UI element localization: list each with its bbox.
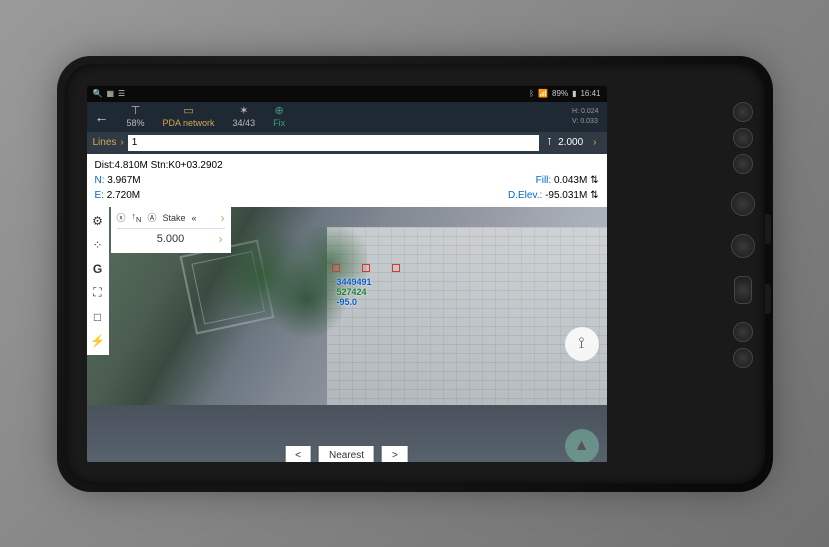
close-icon[interactable]: ⓧ [117,211,126,224]
delev-value: -95.031M [545,190,587,201]
h-value: H: 0.024 [572,107,598,116]
stake-label: Stake [162,213,185,223]
prev-button[interactable]: < [285,446,311,462]
hardware-buttons [731,102,755,368]
hw-button-3[interactable] [733,154,753,174]
chevron-right-icon[interactable]: › [219,232,223,246]
fix-label: Fix [273,118,285,128]
fix-status[interactable]: ⊕ Fix [273,106,285,128]
screen: 🔍 ▦ ☰ ᛒ 📶 89% ▮ 16:41 ← ⊤ 58% ▭ PDA netw… [87,86,607,462]
antenna-icon: ⊤ [131,106,141,117]
coord-x: 3449491 [337,277,372,287]
points-icon[interactable]: ⁘ [90,237,106,253]
signal-label: 58% [127,118,145,128]
network-label: PDA network [163,118,215,128]
wifi-icon: 📶 [538,89,548,98]
app-header: ← ⊤ 58% ▭ PDA network ✶ 34/43 ⊕ Fix H: 0… [87,102,607,132]
v-value: V: 0.033 [572,117,598,126]
e-value: 2.720M [107,190,140,201]
precision-readout: H: 0.024 V: 0.033 [572,107,598,125]
chevron-right-icon[interactable]: › [221,211,225,225]
hw-button-vol-down[interactable] [733,348,753,368]
dist-stn: Dist:4.810M Stn:K0+03.2902 [95,158,599,173]
clipboard-icon: ▭ [183,106,193,117]
point-marker[interactable] [392,264,400,272]
next-button[interactable]: > [382,446,408,462]
map-toolbar: ⚙ ⁘ G ⛶ □ ⚡ [87,207,109,355]
menu-icon: ☰ [118,89,125,98]
n-value: 3.967M [107,175,140,186]
hw-button-scan[interactable] [734,276,752,304]
nav-buttons: < Nearest > [285,446,408,462]
fullscreen-icon[interactable]: □ [90,309,106,325]
info-panel: Dist:4.810M Stn:K0+03.2902 N: 3.967M Fil… [87,154,607,207]
fill-label: Fill: [536,175,552,186]
nearest-button[interactable]: Nearest [319,446,374,462]
point-marker[interactable] [362,264,370,272]
map-view[interactable]: ⚙ ⁘ G ⛶ □ ⚡ ⓧ ↑N Ⓐ Stake « › 5.000 › [87,207,607,462]
map-markers [332,259,419,277]
flash-icon[interactable]: ⚡ [90,333,106,349]
n-label: N: [95,175,105,186]
google-icon[interactable]: G [90,261,106,277]
line-input[interactable] [128,135,539,151]
north-icon: ↑N [132,211,142,224]
building-overlay [327,227,607,407]
stake-distance: 5.000 [157,233,185,245]
delev-label: D.Elev.: [508,190,542,201]
signal-status[interactable]: ⊤ 58% [127,106,145,128]
hw-button-power[interactable] [731,192,755,216]
lines-bar: Lines › ⊺ 2.000 › [87,132,607,154]
hw-button-vol-up[interactable] [733,322,753,342]
satellite-status[interactable]: ✶ 34/43 [233,106,256,128]
back-button[interactable]: ← [95,109,109,125]
chevron-right-icon[interactable]: › [593,137,596,148]
sats-label: 34/43 [233,118,256,128]
clock: 16:41 [580,89,600,98]
coordinate-readout: 3449491 527424 -95.0 [337,277,372,307]
settings-icon[interactable]: ⚙ [90,213,106,229]
search-icon: 🔍 [93,89,103,98]
coord-y: 527424 [337,287,372,297]
side-button-1[interactable] [765,214,771,244]
battery-icon: ▮ [572,89,576,98]
app-icon: ▦ [106,89,114,98]
pole-height: 2.000 [558,137,583,148]
point-marker[interactable] [332,264,340,272]
collapse-icon[interactable]: « [191,213,196,223]
lines-label[interactable]: Lines [93,137,117,148]
arrow-circle-icon[interactable]: Ⓐ [147,211,156,224]
battery-label: 89% [552,89,568,98]
e-label: E: [95,190,104,201]
coord-z: -95.0 [337,297,372,307]
chevron-right-icon: › [120,137,123,148]
hw-button-2[interactable] [733,128,753,148]
pole-icon[interactable]: ⊺ [547,137,552,148]
stake-panel: ⓧ ↑N Ⓐ Stake « › 5.000 › [111,207,231,253]
target-icon: ⊕ [274,106,283,117]
android-status-bar: 🔍 ▦ ☰ ᛒ 📶 89% ▮ 16:41 [87,86,607,102]
side-button-2[interactable] [765,284,771,314]
network-status[interactable]: ▭ PDA network [163,106,215,128]
hw-button-1[interactable] [733,102,753,122]
tablet-device: 🔍 ▦ ☰ ᛒ 📶 89% ▮ 16:41 ← ⊤ 58% ▭ PDA netw… [65,64,765,484]
hw-button-home[interactable] [731,234,755,258]
extent-icon[interactable]: ⛶ [90,285,106,301]
satellite-icon: ✶ [239,106,248,117]
stakeout-button[interactable]: ⟟ [565,327,599,361]
record-button[interactable]: ▲ [565,429,599,462]
fill-value: 0.043M [554,175,587,186]
bluetooth-icon: ᛒ [529,89,534,98]
